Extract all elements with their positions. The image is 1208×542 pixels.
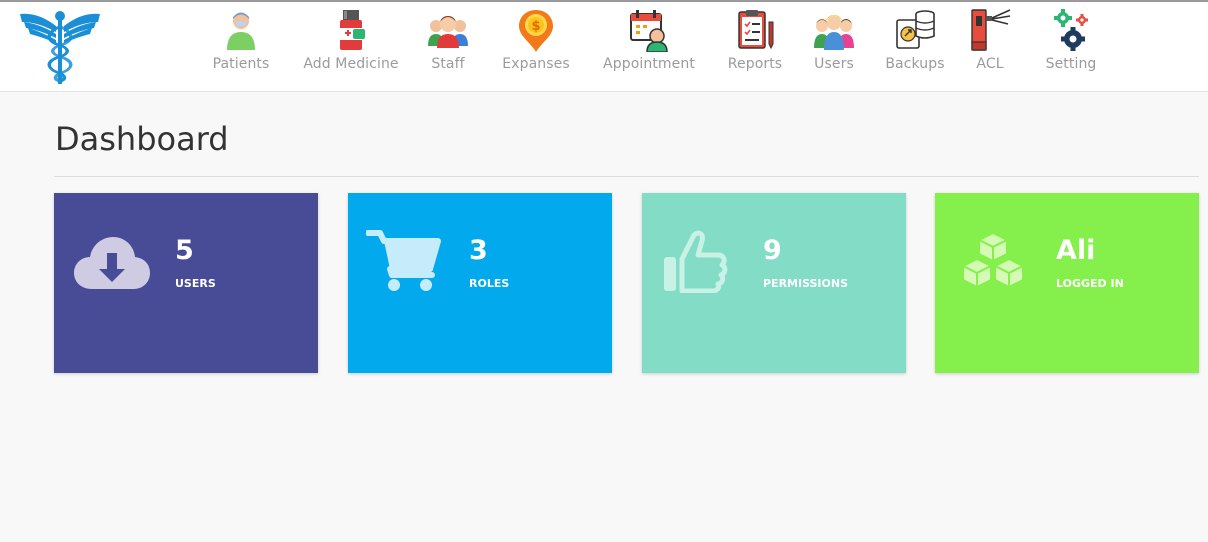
nav-label: Users [814, 56, 854, 72]
cubes-icon [962, 232, 1024, 288]
stat-card-logged-in[interactable]: Ali LOGGED IN [935, 193, 1199, 373]
stat-label: PERMISSIONS [763, 277, 849, 290]
stat-value: Ali [1056, 235, 1096, 266]
medicine-icon [340, 10, 365, 50]
stat-label: USERS [175, 277, 216, 290]
top-navbar: Patients Add Medicine Staff $ Expanses A… [0, 2, 1208, 92]
nav-item-patients[interactable]: Patients [210, 8, 272, 78]
stat-card-roles[interactable]: 3 ROLES [348, 193, 612, 373]
stat-label: LOGGED IN [1056, 277, 1124, 290]
expenses-icon: $ [519, 10, 553, 52]
stat-value: 5 [175, 235, 194, 266]
nav-item-acl[interactable]: ACL [971, 8, 1011, 78]
thumbs-up-icon [664, 230, 728, 293]
reports-icon [738, 10, 774, 50]
cloud-download-icon [74, 237, 150, 289]
acl-icon [971, 9, 1011, 51]
nav-item-appointment[interactable]: Appointment [599, 8, 699, 78]
nav-label: Appointment [603, 56, 695, 72]
nav-item-setting[interactable]: Setting [1044, 8, 1098, 78]
patient-icon [227, 12, 255, 50]
nav-label: Setting [1045, 56, 1097, 72]
nav-label: Staff [431, 56, 465, 72]
nav-item-reports[interactable]: Reports [726, 8, 784, 78]
nav-label: Reports [727, 56, 783, 72]
staff-icon [428, 16, 468, 48]
stat-card-permissions[interactable]: 9 PERMISSIONS [642, 193, 906, 373]
nav-item-add-medicine[interactable]: Add Medicine [299, 8, 403, 78]
settings-icon [1054, 9, 1088, 51]
nav-label: Expanses [502, 56, 570, 72]
stat-card-users[interactable]: 5 USERS [54, 193, 318, 373]
appointment-icon [630, 10, 668, 52]
users-icon [814, 15, 854, 50]
page-title: Dashboard [55, 120, 229, 158]
stat-value: 3 [469, 235, 488, 266]
nav-label: ACL [976, 56, 1004, 72]
nav-item-staff[interactable]: Staff [428, 8, 468, 78]
nav-label: Backups [885, 56, 945, 72]
svg-text:$: $ [531, 19, 540, 34]
nav-label: Add Medicine [303, 56, 399, 72]
nav-item-users[interactable]: Users [812, 8, 856, 78]
nav-item-expanses[interactable]: $ Expanses [500, 8, 572, 78]
stat-value: 9 [763, 235, 782, 266]
stat-label: ROLES [469, 277, 510, 290]
cart-icon [366, 230, 441, 291]
caduceus-logo-icon[interactable] [18, 8, 102, 86]
nav-label: Patients [212, 56, 270, 72]
nav-item-backups[interactable]: Backups [883, 8, 947, 78]
backups-icon [896, 10, 935, 49]
title-divider [54, 176, 1199, 177]
